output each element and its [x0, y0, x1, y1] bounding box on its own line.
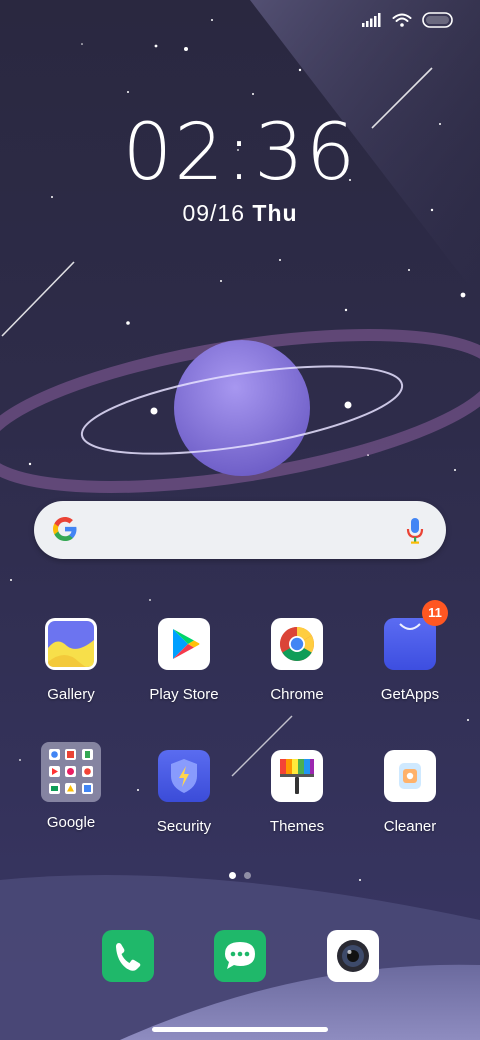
gesture-bar[interactable] [152, 1027, 328, 1032]
clock-date[interactable]: 09/16 Thu [0, 200, 480, 227]
page-indicator[interactable] [0, 872, 480, 879]
google-folder-icon [41, 742, 101, 802]
phone-icon[interactable] [102, 930, 154, 982]
app-themes[interactable]: Themes [241, 750, 353, 835]
date-text: 09/16 [182, 200, 245, 226]
getapps-icon: 11 [384, 600, 448, 670]
app-cleaner[interactable]: Cleaner [354, 750, 466, 835]
app-label: Chrome [270, 686, 324, 703]
camera-icon[interactable] [327, 930, 379, 982]
play-store-icon [158, 618, 210, 670]
app-google-folder[interactable]: Google [15, 742, 127, 831]
app-label: Google [46, 814, 96, 831]
app-label: Play Store [149, 686, 219, 703]
page-dot-2[interactable] [244, 872, 251, 879]
security-icon [158, 750, 210, 802]
messages-icon[interactable] [214, 930, 266, 982]
chrome-icon [271, 618, 323, 670]
notification-badge: 11 [422, 600, 448, 626]
app-label: GetApps [380, 686, 440, 703]
google-g-icon [50, 514, 80, 549]
status-bar [362, 10, 454, 34]
app-label: Cleaner [383, 818, 437, 835]
gallery-icon [45, 618, 97, 670]
signal-icon [362, 12, 382, 32]
page-dot-1[interactable] [229, 872, 236, 879]
google-search-bar[interactable] [34, 501, 446, 559]
mic-icon[interactable] [406, 517, 424, 550]
app-getapps[interactable]: 11 GetApps [354, 600, 466, 703]
app-label: Themes [269, 818, 325, 835]
app-chrome[interactable]: Chrome [241, 618, 353, 703]
app-play-store[interactable]: Play Store [128, 618, 240, 703]
wifi-icon [392, 13, 412, 32]
app-security[interactable]: Security [128, 750, 240, 835]
app-gallery[interactable]: Gallery [15, 618, 127, 703]
app-label: Gallery [47, 686, 95, 703]
themes-icon [271, 750, 323, 802]
clock-time[interactable]: 02:36 [0, 108, 480, 198]
app-label: Security [156, 818, 212, 835]
battery-icon [422, 11, 454, 33]
cleaner-icon [384, 750, 436, 802]
weekday-text: Thu [252, 200, 298, 226]
